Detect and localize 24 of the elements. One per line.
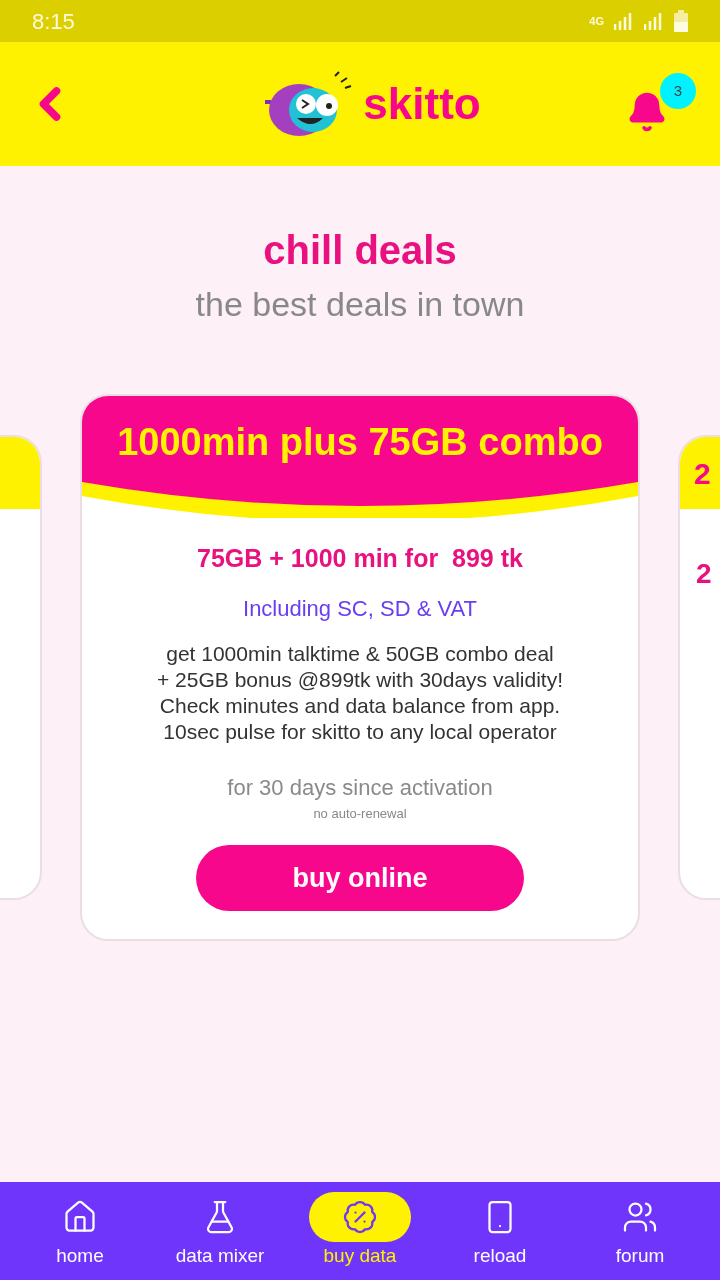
deal-description: get 1000min talktime & 50GB combo deal + 25GB bonus @899tk with 30days validity! Check minutes and data balance from app. 10sec pulse for skitto to any local operator — [157, 640, 563, 745]
price-line: 75GB + 1000 min for 899 tk — [197, 543, 523, 574]
nav-tab[interactable]: data mixer — [155, 1191, 285, 1271]
percent-badge-icon — [342, 1198, 378, 1235]
home-icon — [62, 1198, 98, 1235]
signal-icon — [644, 12, 664, 30]
renewal-note: no auto-renewal — [313, 804, 407, 823]
nav-tab[interactable]: home — [15, 1191, 145, 1271]
buy-online-button[interactable]: buy online — [196, 845, 524, 911]
clock: 8:15 — [32, 7, 75, 36]
network-type: 4G — [589, 15, 604, 27]
deal-title: 2 — [694, 455, 711, 492]
brand-name: skitto — [363, 82, 481, 126]
price-line: 2 — [696, 557, 712, 591]
validity-text: for 30 days since activation — [227, 773, 493, 802]
tax-note: Including SC, SD & VAT — [243, 594, 477, 623]
nav-tab[interactable]: forum — [575, 1191, 705, 1271]
page-subtitle: the best deals in town — [195, 284, 525, 325]
signal-icon — [614, 12, 634, 30]
nav-tab[interactable]: reload — [435, 1191, 565, 1271]
notification-badge: 3 — [660, 73, 696, 109]
deal-title: 1000min plus 75GB combo — [117, 420, 603, 465]
battery-icon — [674, 10, 688, 32]
page-title: chill deals — [263, 227, 457, 274]
